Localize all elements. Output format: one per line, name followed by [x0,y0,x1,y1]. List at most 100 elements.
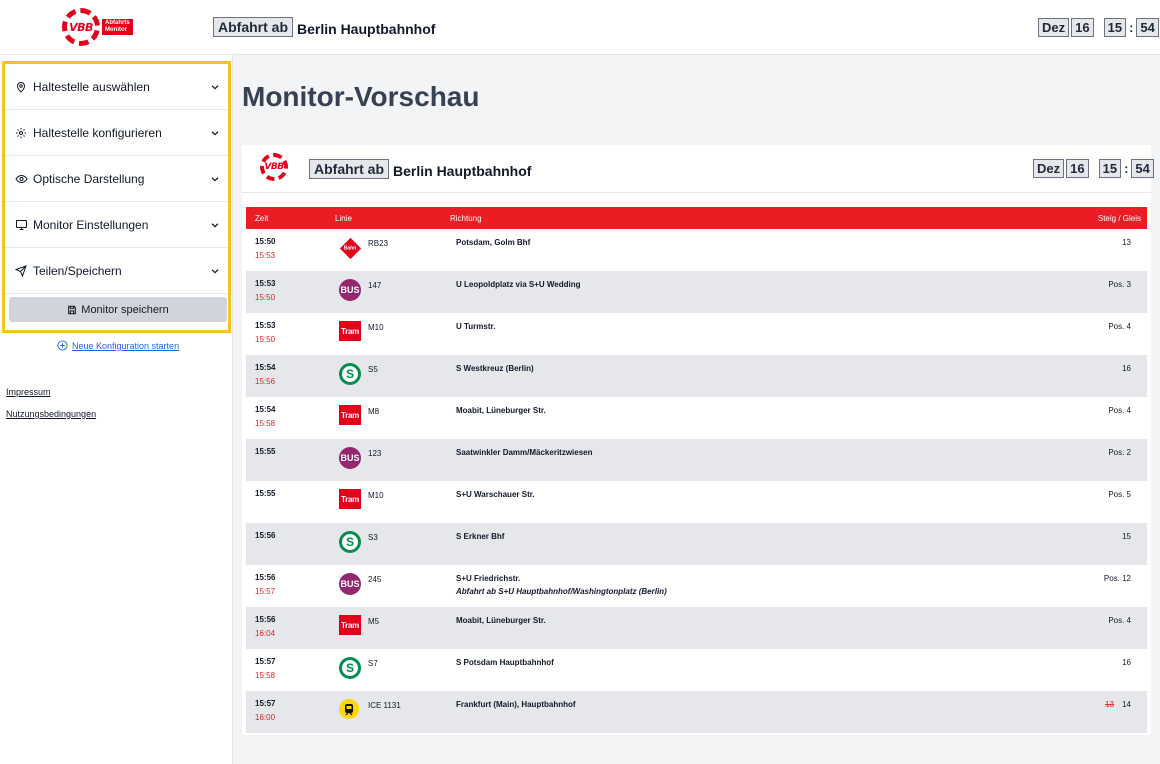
real-time: 15:58 [255,671,276,680]
line-icon: Tram [339,405,361,425]
save-monitor-button[interactable]: Monitor speichern [9,297,227,322]
direction: Moabit, Lüneburger Str. [456,406,546,415]
ice-train-icon [339,699,359,719]
line-icon: BUS [339,279,361,301]
line-number: S5 [368,365,378,374]
platform: 13 14 [1105,700,1131,709]
departure-time: 15:56 15:57 [255,573,275,596]
bus-icon: BUS [339,279,361,301]
accordion-monitor-settings[interactable]: Monitor Einstellungen [5,202,228,248]
departure-row: 15:53 15:50 Tram M10 U Turmstr. Pos. 4 [246,313,1147,355]
column-platform: Steig / Gleis [1097,213,1141,223]
departure-time: 15:56 [255,531,275,540]
direction: Frankfurt (Main), Hauptbahnhof [456,700,576,709]
app-header: VBB Abfahrts Monitor Abfahrt ab Berlin H… [0,0,1160,55]
line-number: M10 [368,323,384,332]
platform: Pos. 3 [1108,280,1131,289]
column-direction: Richtung [450,213,482,223]
departure-time: 15:53 15:50 [255,279,275,302]
planned-time: 15:54 [255,405,276,414]
tram-icon: Tram [339,405,361,425]
direction: S Potsdam Hauptbahnhof [456,658,554,667]
impressum-link[interactable]: Impressum [6,387,51,397]
accordion-share-save[interactable]: Teilen/Speichern [5,248,228,294]
line-icon: BUS [339,447,361,469]
line-icon [339,699,359,719]
floppy-disk-icon [67,305,77,315]
direction: S+U Warschauer Str. [456,490,535,499]
bus-icon: BUS [339,573,361,595]
chevron-down-icon [211,176,219,182]
departure-row: 15:57 15:58 S S7 S Potsdam Hauptbahnhof 16 [246,649,1147,691]
column-line: Linie [335,213,352,223]
planned-time: 15:55 [255,489,276,498]
planned-time: 15:57 [255,657,276,666]
platform: 15 [1122,532,1131,541]
minute-box: 54 [1131,159,1154,178]
planned-time: 15:54 [255,363,276,372]
terms-link[interactable]: Nutzungsbedingungen [6,409,96,419]
departure-row: 15:56 S S3 S Erkner Bhf 15 [246,523,1147,565]
departure-note: Abfahrt ab S+U Hauptbahnhof/Washingtonpl… [456,587,667,596]
line-number: 123 [368,449,382,458]
real-time: 16:04 [255,629,276,638]
real-time: 15:56 [255,377,276,386]
station-name: Berlin Hauptbahnhof [297,21,436,37]
accordion-select-stop[interactable]: Haltestelle auswählen [5,64,228,110]
line-number: 245 [368,575,382,584]
hour-box: 15 [1098,159,1122,178]
departure-time: 15:55 [255,447,275,456]
direction: Saatwinkler Damm/Mäckeritzwiesen [456,448,593,457]
planned-time: 15:53 [255,321,276,330]
line-number: RB23 [368,239,389,248]
departure-time: 15:57 16:00 [255,699,275,722]
sbahn-icon: S [339,531,361,553]
send-icon [14,264,28,278]
monitor-clock: Dez 16 15 : 54 [1033,159,1154,178]
planned-time: 15:53 [255,279,276,288]
direction: S Westkreuz (Berlin) [456,364,534,373]
platform: Pos. 4 [1108,616,1131,625]
planned-time: 15:50 [255,237,276,246]
direction: Potsdam, Golm Bhf [456,238,531,247]
settings-accordion: Haltestelle auswählen Haltestelle konfig… [2,61,231,333]
line-number: M5 [368,617,380,626]
line-icon: BUS [339,573,361,595]
real-time: 16:00 [255,713,276,722]
line-icon: S [339,363,361,385]
tram-icon: Tram [339,489,361,509]
departure-time: 15:53 15:50 [255,321,275,344]
month-box: Dez [1033,159,1065,178]
direction: U Leopoldplatz via S+U Wedding [456,280,581,289]
platform: Pos. 5 [1108,490,1131,499]
departure-rows: 15:50 15:53 Bahn RB23 Potsdam, Golm Bhf 13 15:… [246,229,1147,733]
departure-time: 15:50 15:53 [255,237,275,260]
departure-row: 15:54 15:58 Tram M8 Moabit, Lüneburger Str. P… [246,397,1147,439]
monitor-header: VBB Abfahrt ab Berlin Hauptbahnhof Dez 1… [242,145,1154,193]
tram-icon: Tram [339,615,361,635]
minute-box: 54 [1136,18,1159,37]
direction: U Turmstr. [456,322,496,331]
plus-circle-icon [57,340,68,351]
accordion-configure-stop[interactable]: Haltestelle konfigurieren [5,110,228,156]
monitor-departure-mode-label: Abfahrt ab [309,159,389,179]
line-number: ICE 1131 [368,701,401,710]
real-time: 15:53 [255,251,276,260]
platform: Pos. 12 [1103,574,1131,583]
chevron-down-icon [211,130,219,136]
accordion-visual-display[interactable]: Optische Darstellung [5,156,228,202]
map-pin-icon [14,80,28,94]
bus-icon: BUS [339,447,361,469]
direction: Moabit, Lüneburger Str. [456,616,546,625]
departure-time: 15:57 15:58 [255,657,275,680]
departure-row: 15:53 15:50 BUS 147 U Leopoldplatz via S+U W… [246,271,1147,313]
departure-row: 15:55 Tram M10 S+U Warschauer Str. Pos. 5 [246,481,1147,523]
new-config-link[interactable]: Neue Konfiguration starten [57,340,179,351]
line-number: M8 [368,407,380,416]
gear-icon [14,126,28,140]
regional-train-icon: Bahn [339,237,361,259]
platform: 16 [1122,364,1131,373]
chevron-down-icon [211,222,219,228]
departure-table: Zeit Linie Richtung Steig / Gleis 15:50 1… [246,207,1147,733]
sbahn-icon: S [339,363,361,385]
